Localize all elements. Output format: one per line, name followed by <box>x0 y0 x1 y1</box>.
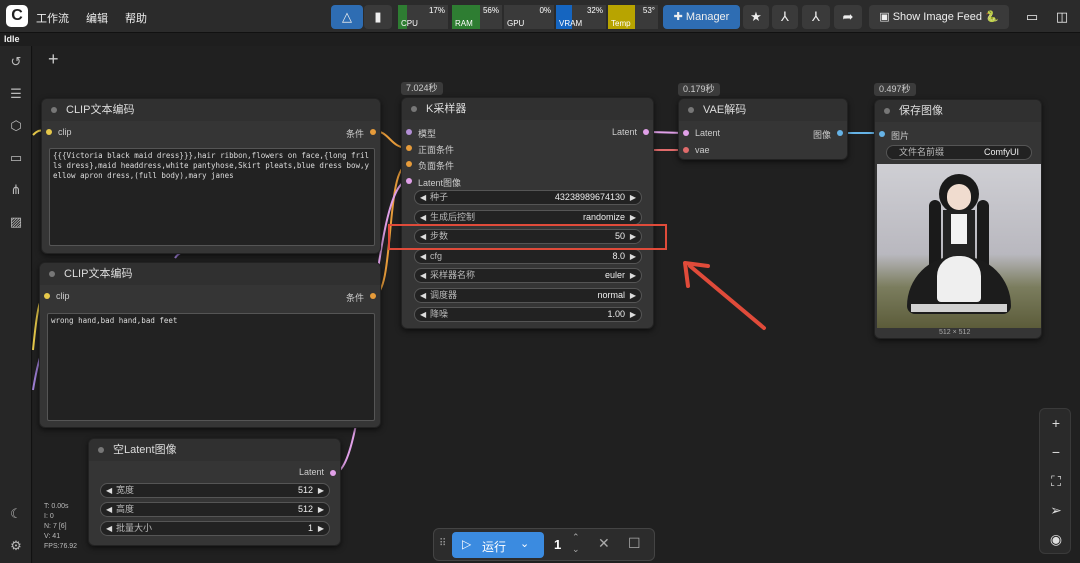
stats-line: V: 41 <box>44 533 61 540</box>
latent-input-label: Latent图像 <box>418 178 462 188</box>
decrement-icon[interactable]: ⌄ <box>572 544 580 555</box>
vae-input-label: vae <box>695 145 710 155</box>
model-input-label: 模型 <box>418 129 437 139</box>
image-face <box>947 184 971 210</box>
image-output-dot[interactable] <box>837 130 843 136</box>
image-output-label: 图像 <box>812 130 831 140</box>
node-title: 保存图像 <box>899 105 943 117</box>
latent-input-dot[interactable] <box>406 178 412 184</box>
image-apron-top <box>951 214 967 244</box>
drag-handle-icon[interactable]: ⠿ <box>439 538 446 549</box>
conditioning-output-dot[interactable] <box>370 129 376 135</box>
batch-count-stepper[interactable]: 1 ⌃ ⌄ <box>548 532 588 558</box>
zoom-out-icon[interactable]: − <box>1048 444 1064 460</box>
cfg-widget[interactable]: ◀ cfg 8.0 ▶ <box>414 249 642 264</box>
zoom-in-icon[interactable]: + <box>1048 415 1064 431</box>
cancel-icon[interactable]: ✕ <box>598 535 610 552</box>
node-collapse-dot[interactable] <box>51 107 57 113</box>
latent-output-dot[interactable] <box>643 129 649 135</box>
canvas-tools: + − ⛶ ➢ ◉ <box>1039 408 1071 554</box>
node-title: CLIP文本编码 <box>64 268 133 280</box>
batch-count-value: 1 <box>554 537 562 552</box>
fit-view-icon[interactable]: ⛶ <box>1048 473 1064 489</box>
run-label: 运行 <box>482 540 507 554</box>
node-title: K采样器 <box>426 103 467 115</box>
width-widget[interactable]: ◀ 宽度 512 ▶ <box>100 483 330 498</box>
node-title: 空Latent图像 <box>113 444 177 456</box>
vae-time-badge: 0.179秒 <box>678 83 720 96</box>
stats-line: T: 0.00s <box>44 503 69 510</box>
clip-input-dot[interactable] <box>44 293 50 299</box>
run-toolbar: ⠿ ▷ 运行 ⌄ 1 ⌃ ⌄ ✕ ☐ <box>433 528 655 561</box>
increment-icon[interactable]: ⌃ <box>572 532 580 543</box>
filename-prefix-widget[interactable]: 文件名前缀 ComfyUI <box>886 145 1032 160</box>
stats-panel: T: 0.00s I: 0 N: 7 [6] V: 41 FPS:76.92 <box>44 502 77 552</box>
sampler-name-widget[interactable]: ◀ 采样器名称 euler ▶ <box>414 268 642 283</box>
images-input-dot[interactable] <box>879 131 885 137</box>
clip-input-dot[interactable] <box>46 129 52 135</box>
control-after-generate-widget[interactable]: ◀ 生成后控制 randomize ▶ <box>414 210 642 225</box>
pointer-icon[interactable]: ➢ <box>1048 502 1064 518</box>
node-title: VAE解码 <box>703 104 747 116</box>
latent-output-label: Latent <box>611 127 637 137</box>
positive-input-label: 正面条件 <box>418 145 455 155</box>
negative-input-label: 负面条件 <box>418 161 455 171</box>
node-collapse-dot[interactable] <box>884 108 890 114</box>
denoise-widget[interactable]: ◀ 降噪 1.00 ▶ <box>414 307 642 322</box>
save-time-badge: 0.497秒 <box>874 83 916 96</box>
clip-text-encode-node-negative[interactable]: CLIP文本编码 clip 条件 wrong hand,bad hand,bad… <box>39 262 381 428</box>
chevron-down-icon[interactable]: ⌄ <box>520 537 529 550</box>
prompt-textarea[interactable]: {{{Victoria black maid dress}}},hair rib… <box>49 148 375 246</box>
clip-input-label: clip <box>56 291 70 301</box>
ksampler-time-badge: 7.024秒 <box>401 82 443 95</box>
negative-prompt-textarea[interactable]: wrong hand,bad hand,bad feet <box>47 313 375 421</box>
stats-line: I: 0 <box>44 513 54 520</box>
stats-line: FPS:76.92 <box>44 543 78 550</box>
node-collapse-dot[interactable] <box>49 271 55 277</box>
latent-output-label: Latent <box>298 467 324 477</box>
node-collapse-dot[interactable] <box>411 106 417 112</box>
model-input-dot[interactable] <box>406 129 412 135</box>
stop-icon[interactable]: ☐ <box>628 535 641 552</box>
clip-input-label: clip <box>58 127 72 137</box>
image-frills <box>911 304 1007 312</box>
seed-widget[interactable]: ◀ 种子 43238989674130 ▶ <box>414 190 642 205</box>
latent-input-label: Latent <box>695 128 721 138</box>
conditioning-output-label: 条件 <box>345 293 364 303</box>
vae-decode-node[interactable]: VAE解码 Latent vae 图像 <box>678 98 848 160</box>
conditioning-output-label: 条件 <box>345 129 364 139</box>
latent-output-dot[interactable] <box>330 470 336 476</box>
latent-input-dot[interactable] <box>683 130 689 136</box>
generated-image[interactable] <box>877 164 1041 328</box>
empty-latent-image-node[interactable]: 空Latent图像 Latent ◀ 宽度 512 ▶ ◀ 高度 512 ▶ ◀ 批量大小 1 ▶ <box>88 438 341 546</box>
node-title: CLIP文本编码 <box>66 104 135 116</box>
vae-input-dot[interactable] <box>683 147 689 153</box>
conditioning-output-dot[interactable] <box>370 293 376 299</box>
ksampler-node[interactable]: K采样器 模型 正面条件 负面条件 Latent图像 Latent ◀ 种子 432… <box>401 97 654 329</box>
node-collapse-dot[interactable] <box>688 107 694 113</box>
scheduler-widget[interactable]: ◀ 调度器 normal ▶ <box>414 288 642 303</box>
positive-input-dot[interactable] <box>406 145 412 151</box>
height-widget[interactable]: ◀ 高度 512 ▶ <box>100 502 330 517</box>
negative-input-dot[interactable] <box>406 161 412 167</box>
play-icon: ▷ <box>462 537 472 551</box>
node-collapse-dot[interactable] <box>98 447 104 453</box>
run-button[interactable]: ▷ 运行 ⌄ <box>452 532 544 558</box>
image-size-label: 512 × 512 <box>939 329 971 336</box>
eye-icon[interactable]: ◉ <box>1048 531 1064 547</box>
save-image-node[interactable]: 保存图像 图片 文件名前缀 ComfyUI 512 × 512 <box>874 99 1042 339</box>
image-apron <box>937 256 981 302</box>
stats-line: N: 7 [6] <box>44 523 67 530</box>
highlight-box <box>388 224 667 250</box>
batch-size-widget[interactable]: ◀ 批量大小 1 ▶ <box>100 521 330 536</box>
clip-text-encode-node-positive[interactable]: CLIP文本编码 clip 条件 {{{Victoria black maid … <box>41 98 381 254</box>
annotation-arrow <box>683 261 766 330</box>
images-input-label: 图片 <box>891 131 910 141</box>
